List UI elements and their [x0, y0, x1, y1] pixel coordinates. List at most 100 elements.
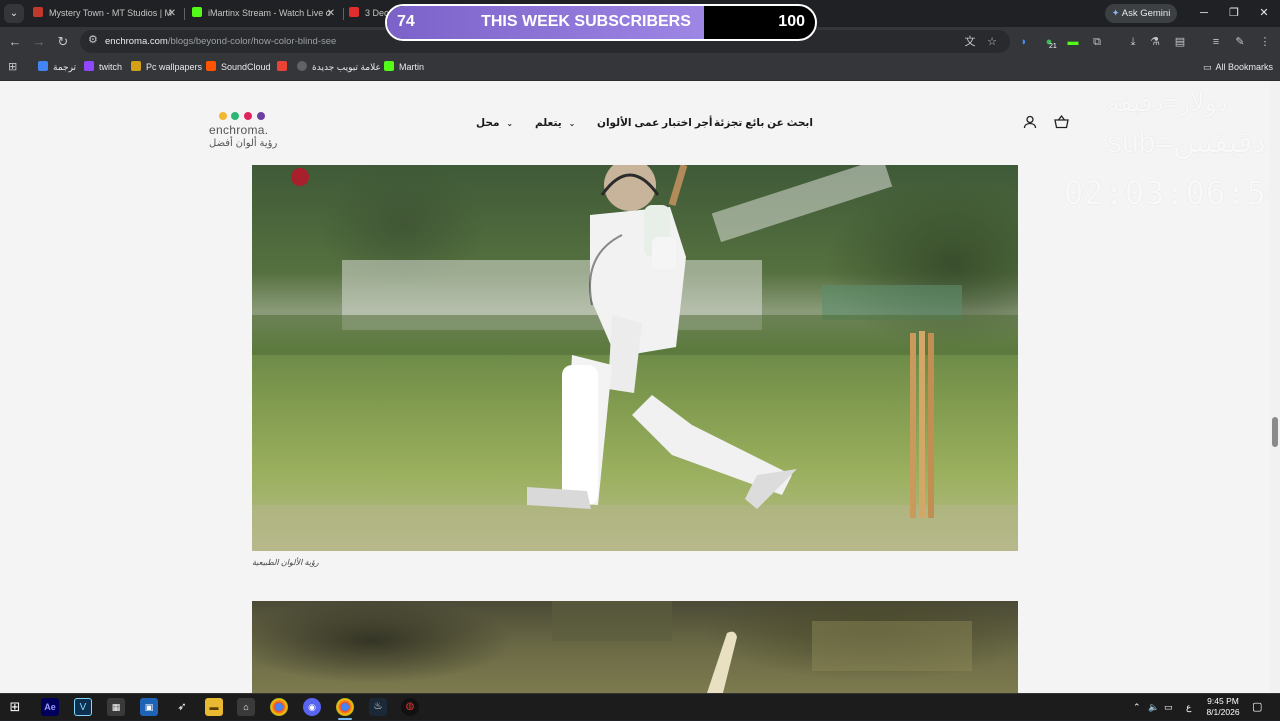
bookmark-item[interactable]: Pc wallpapers — [131, 56, 202, 78]
bookmark-item[interactable]: Martin — [384, 56, 424, 78]
system-clock[interactable]: 9:45 PM 8/1/2026 — [1200, 696, 1246, 718]
tab-search-button[interactable]: ⌄ — [4, 4, 24, 23]
all-bookmarks-label: All Bookmarks — [1215, 62, 1274, 72]
network-icon[interactable]: ▭ — [1164, 694, 1173, 721]
tab-favicon — [192, 7, 202, 17]
tab-title: iMartinx Stream - Watch Live o — [208, 8, 331, 18]
forward-button[interactable]: → — [30, 33, 48, 51]
back-button[interactable]: ← — [6, 33, 24, 51]
tab-3-dec[interactable]: 3 Dec — [349, 3, 389, 24]
logo-tagline: رؤية ألوان أفضل — [209, 138, 278, 149]
close-icon[interactable]: ✕ — [168, 3, 176, 24]
cricket-scene — [252, 165, 1018, 551]
cricket-photo — [252, 165, 1018, 551]
url-path: /blogs/beyond-color/how-color-blind-see — [167, 36, 337, 47]
bookmark-label: twitch — [99, 62, 123, 72]
reload-button[interactable]: ↻ — [54, 33, 72, 51]
bookmark-label: ترجمة — [53, 62, 77, 72]
menu-kebab-icon[interactable]: ⋮ — [1258, 35, 1272, 49]
overlay-rule-sub: sub=دقيقتين — [1107, 126, 1266, 159]
bookmark-favicon — [131, 61, 141, 71]
apps-grid-icon[interactable]: ⊞ — [8, 56, 17, 78]
clock-date: 8/1/2026 — [1206, 707, 1240, 717]
site-info-icon[interactable]: ⚙ — [88, 33, 98, 46]
tab-favicon — [33, 7, 43, 17]
bookmark-label: علامة تبويب جديدة — [312, 62, 381, 72]
bookmark-favicon — [384, 61, 394, 71]
start-windows-icon[interactable]: ⊞ — [6, 698, 24, 716]
close-icon[interactable]: ✕ — [327, 3, 335, 24]
bookmark-item[interactable]: علامة تبويب جديدة — [297, 56, 381, 78]
chrome-icon[interactable] — [270, 698, 288, 716]
tray-overflow-icon[interactable]: ⌃ — [1133, 694, 1141, 721]
bookmark-favicon — [84, 61, 94, 71]
bookmark-item[interactable]: twitch — [84, 56, 122, 78]
subscriber-goal-title: THIS WEEK SUBSCRIBERS — [481, 13, 691, 30]
feather-app-icon[interactable]: ➶ — [173, 698, 191, 716]
extension-badge: 21 — [1049, 43, 1057, 50]
subscriber-goal-target: 100 — [778, 13, 805, 30]
vegas-icon[interactable]: V — [74, 698, 92, 716]
url-text[interactable]: enchroma.com/blogs/beyond-color/how-colo… — [105, 30, 336, 53]
logo-dot — [219, 112, 227, 120]
pen-icon[interactable]: ✎ — [1233, 35, 1247, 49]
web-page: enchroma. رؤية ألوان أفضل محل ⌄ يتعلم ⌄ … — [0, 81, 1270, 693]
steam-icon[interactable]: ♨ — [369, 698, 387, 716]
microsoft-store-icon[interactable]: ⌂ — [237, 698, 255, 716]
chrome-active-icon[interactable] — [336, 698, 354, 716]
ask-gemini-button[interactable]: ✦ Ask Gemini — [1105, 4, 1177, 23]
bookmark-label: Martin — [399, 62, 425, 72]
cart-basket-icon[interactable] — [1053, 114, 1069, 131]
site-header: enchroma. رؤية ألوان أفضل محل ⌄ يتعلم ⌄ … — [0, 81, 1270, 165]
nav-shop[interactable]: محل ⌄ — [476, 117, 513, 129]
bookmark-item[interactable]: ترجمة — [38, 56, 76, 78]
windows-taskbar: ⊞ Ae V ▦ ▣ ➶ ▬ ⌂ ◉ ♨ ◍ ⌃ 🔈 ▭ ع 9:45 PM 8… — [0, 693, 1280, 720]
second-photo — [252, 601, 1018, 693]
tab-search-icon[interactable]: ≡ — [1209, 35, 1223, 49]
discord-icon[interactable]: ◉ — [303, 698, 321, 716]
store-icon[interactable]: ▣ — [140, 698, 158, 716]
chevron-down-icon: ⌄ — [506, 119, 514, 128]
calculator-icon[interactable]: ▦ — [107, 698, 125, 716]
nav-label: محل — [476, 117, 500, 129]
volume-icon[interactable]: 🔈 — [1148, 694, 1159, 721]
gmail-icon — [277, 61, 287, 71]
all-bookmarks[interactable]: ▭ All Bookmarks — [1203, 56, 1273, 78]
side-panel-icon[interactable]: ▤ — [1173, 35, 1187, 49]
close-window-button[interactable]: ✕ — [1252, 4, 1276, 22]
bookmark-favicon — [38, 61, 48, 71]
bookmark-favicon — [206, 61, 216, 71]
photo-caption: رؤية الألوان الطبيعية — [252, 558, 319, 567]
nav-learn[interactable]: يتعلم ⌄ — [535, 117, 575, 129]
minimize-button[interactable]: ─ — [1192, 4, 1216, 22]
logo-dot — [231, 112, 239, 120]
extensions-puzzle-icon[interactable]: ⧉ — [1090, 35, 1104, 49]
notifications-icon[interactable]: ▢ — [1252, 694, 1262, 721]
after-effects-icon[interactable]: Ae — [41, 698, 59, 716]
nav-color-blind-test[interactable]: أجر اختبار عمى الألوان — [597, 117, 713, 129]
extension-kick-icon[interactable]: ▬ — [1066, 35, 1080, 49]
page-scrollbar[interactable] — [1270, 81, 1280, 693]
nav-label: يتعلم — [535, 117, 562, 129]
extension-wave-icon[interactable]: ◗ — [1017, 35, 1031, 49]
restore-button[interactable]: ❐ — [1222, 4, 1246, 22]
obs-icon[interactable]: ◍ — [401, 698, 419, 716]
tab-mystery-town[interactable]: Mystery Town - MT Studios | M ✕ — [33, 3, 178, 24]
performance-icon[interactable]: ⚗ — [1148, 35, 1162, 49]
tab-imartinx-stream[interactable]: iMartinx Stream - Watch Live o ✕ — [192, 3, 337, 24]
file-explorer-icon[interactable]: ▬ — [205, 698, 223, 716]
translate-icon[interactable]: 文 — [963, 35, 977, 49]
download-icon[interactable]: ⤓ — [1126, 35, 1140, 49]
bookmark-favicon — [297, 61, 307, 71]
bookmark-star-icon[interactable]: ☆ — [985, 35, 999, 49]
scrollbar-thumb[interactable] — [1272, 417, 1278, 447]
logo-dot — [257, 112, 265, 120]
tab-divider — [343, 8, 344, 20]
tab-title: Mystery Town - MT Studios | M — [49, 8, 173, 18]
input-language[interactable]: ع — [1186, 694, 1191, 721]
account-icon[interactable] — [1022, 115, 1038, 131]
nav-find-retailer[interactable]: ابحث عن بائع تجزئة — [714, 117, 813, 129]
bookmark-item-gmail[interactable] — [277, 56, 292, 78]
bookmark-item[interactable]: SoundCloud — [206, 56, 271, 78]
clock-time: 9:45 PM — [1207, 696, 1239, 706]
